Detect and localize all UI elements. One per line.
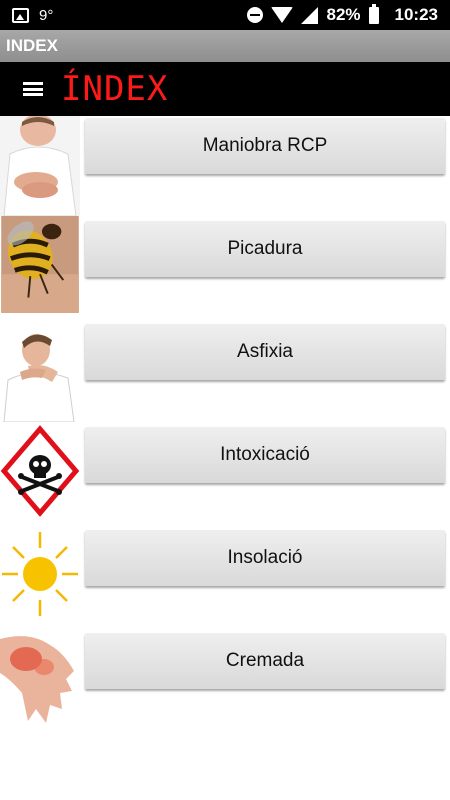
intoxicacio-button[interactable]: Intoxicació (85, 427, 445, 483)
maniobra-rcp-button[interactable]: Maniobra RCP (85, 118, 445, 174)
burned-hand-icon (0, 631, 80, 731)
hamburger-menu-icon[interactable] (23, 82, 43, 96)
insolacio-button[interactable]: Insolació (85, 530, 445, 586)
battery-percentage: 82% (326, 5, 361, 24)
status-bar: 9° 82% 10:23 (0, 0, 450, 30)
picadura-button[interactable]: Picadura (85, 221, 445, 277)
image-notification-icon (12, 7, 29, 23)
choking-person-icon (0, 322, 80, 422)
toxic-hazard-icon (0, 425, 80, 525)
app-title-bar: INDEX (0, 30, 450, 62)
do-not-disturb-icon (247, 7, 264, 23)
cpr-person-icon (0, 116, 80, 216)
list-item: Picadura (0, 216, 450, 322)
signal-icon (301, 6, 319, 24)
header: ÍNDEX (0, 62, 450, 116)
list-item: Cremada (0, 631, 450, 734)
asfixia-button[interactable]: Asfixia (85, 324, 445, 380)
battery-icon (368, 3, 379, 24)
list-item: Intoxicació (0, 425, 450, 528)
list-item: Asfixia (0, 322, 450, 425)
cremada-button[interactable]: Cremada (85, 633, 445, 689)
list-item: Insolació (0, 528, 450, 631)
list-item: Maniobra RCP (0, 116, 450, 219)
app-title: INDEX (6, 36, 58, 55)
page-title: ÍNDEX (61, 69, 169, 109)
sun-icon (0, 528, 80, 628)
wifi-icon (271, 7, 294, 23)
temperature-label: 9° (39, 6, 54, 24)
wasp-icon (1, 216, 79, 313)
clock: 10:23 (394, 5, 438, 24)
